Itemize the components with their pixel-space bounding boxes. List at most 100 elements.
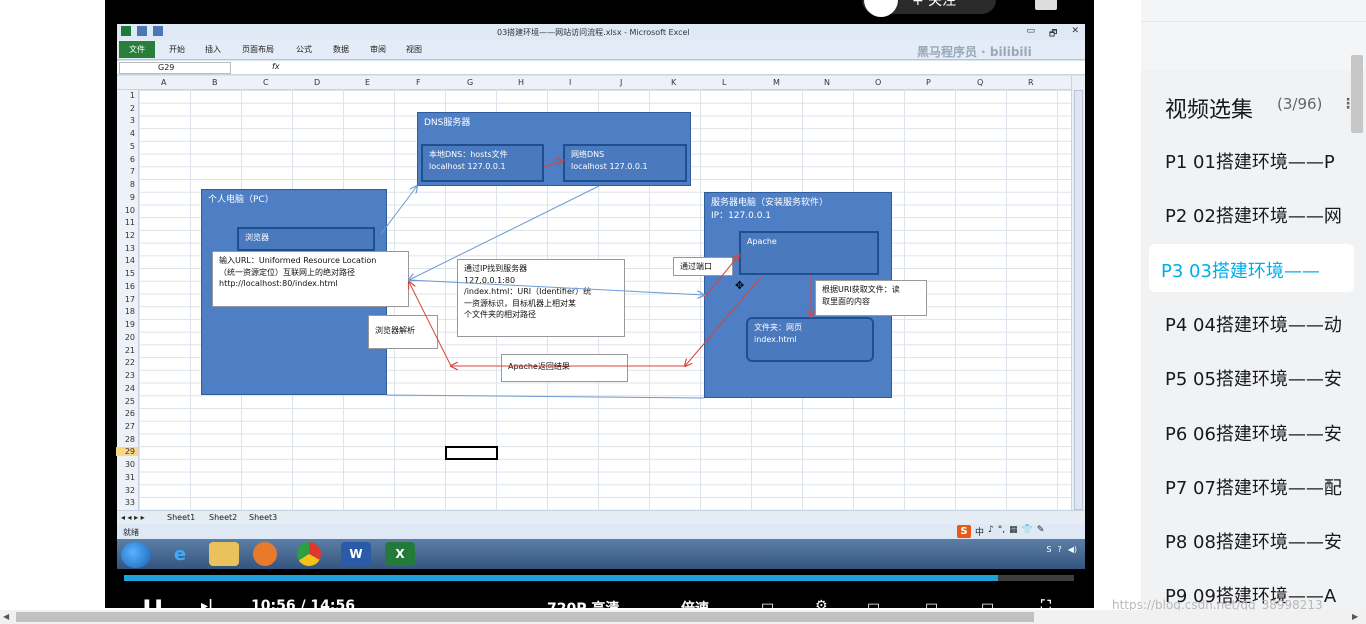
- horizontal-scrollbar[interactable]: ◀ ▶: [0, 610, 1366, 624]
- ime-skin-icon: 👕: [1021, 525, 1033, 535]
- row-header: 28: [124, 434, 135, 444]
- right-panel: 视频选集 (3/96) ⋮ P1 01搭建环境——P P2 02搭建环境——网 P3…: [1141, 0, 1366, 610]
- row-header: 30: [124, 460, 135, 470]
- quick-access-toolbar: [121, 26, 163, 36]
- fx-icon: fx: [272, 62, 280, 71]
- row-header: 9: [129, 192, 135, 202]
- episode-item[interactable]: P6 06搭建环境——安: [1165, 420, 1355, 446]
- folder-icon: [209, 542, 239, 566]
- tab-file: 文件: [119, 41, 155, 58]
- sheet-tabs: ◂ ◂ ▸ ▸ Sheet1 Sheet2 Sheet3: [117, 510, 1085, 524]
- horizontal-scroll-thumb[interactable]: [16, 612, 1034, 622]
- right-panel-scrollbar[interactable]: [1351, 55, 1363, 133]
- widescreen-icon[interactable]: ▭: [925, 598, 938, 608]
- column-header: P: [926, 78, 931, 87]
- vertical-scrollbar: [1071, 76, 1085, 512]
- excel-title-bar: 03搭建环境——网站访问流程.xlsx - Microsoft Excel ▭ …: [117, 24, 1085, 40]
- row-header: 31: [124, 472, 135, 482]
- arrow-server-to-apache: [703, 255, 739, 299]
- sheet-tab-3: Sheet3: [249, 513, 278, 522]
- tray-volume-icon: ◀): [1067, 545, 1077, 554]
- pause-icon[interactable]: ❚❚: [141, 598, 164, 608]
- excel-status-bar: 就绪 S 中 ♪ °, ▦ 👕 ✎: [117, 524, 1085, 539]
- row-header: 19: [124, 320, 135, 330]
- tab-page-layout: 页面布局: [242, 45, 274, 54]
- status-ready: 就绪: [123, 528, 139, 537]
- row-header: 13: [124, 243, 135, 253]
- row-header: 26: [124, 409, 135, 419]
- danmaku-icon[interactable]: ▭: [867, 598, 880, 608]
- next-icon[interactable]: ▸|: [201, 598, 213, 608]
- sheet-nav-icon: ◂ ◂ ▸ ▸: [121, 513, 145, 522]
- column-header: I: [569, 78, 572, 87]
- arrow-apache-return: [685, 276, 762, 366]
- excel-icon: X: [385, 542, 415, 566]
- row-header: 18: [124, 307, 135, 317]
- column-headers: A B C D E F G H I J K L M N O P Q R: [117, 76, 1071, 90]
- column-header: E: [365, 78, 371, 87]
- row-header: 8: [129, 180, 135, 190]
- row-header: 16: [124, 281, 135, 291]
- ie-icon: e: [173, 543, 187, 565]
- column-header: M: [773, 78, 780, 87]
- mouse-cursor-icon: ✥: [735, 279, 745, 292]
- episode-item[interactable]: P7 07搭建环境——配: [1165, 474, 1355, 500]
- row-header: 22: [124, 358, 135, 368]
- vertical-scroll-thumb: [1074, 90, 1083, 510]
- scroll-left-icon[interactable]: ◀: [3, 612, 9, 621]
- chrome-icon: [297, 542, 321, 566]
- episode-item[interactable]: P5 05搭建环境——安: [1165, 365, 1355, 391]
- tray-help-icon: ?: [1057, 545, 1062, 554]
- time-display: 10:56 / 14:56: [251, 598, 355, 608]
- progress-fill: [124, 575, 998, 581]
- ime-toolbar: S 中 ♪ °, ▦ 👕 ✎: [957, 525, 1044, 538]
- diagram-arrows: [380, 90, 1071, 399]
- row-header: 11: [124, 218, 135, 228]
- row-header: 2: [129, 103, 135, 113]
- row-header: 23: [124, 371, 135, 381]
- episode-item[interactable]: P4 04搭建环境——动: [1165, 311, 1355, 337]
- word-icon: W: [341, 542, 371, 566]
- row-header: 20: [124, 332, 135, 342]
- column-header: Q: [977, 78, 984, 87]
- subtitle-icon[interactable]: ▭: [761, 598, 774, 608]
- webfullscreen-icon[interactable]: ▭: [981, 598, 994, 608]
- row-header: 29: [116, 447, 138, 457]
- flow-diagram: DNS服务器 本地DNS：hosts文件 localhost 127.0.0.1…: [139, 90, 1071, 510]
- arrow-return-diagonal: [409, 282, 452, 367]
- follow-pill[interactable]: + 关注: [862, 0, 996, 17]
- episode-item[interactable]: P8 08搭建环境——安: [1165, 528, 1355, 554]
- episode-item[interactable]: P2 02搭建环境——网: [1165, 202, 1355, 228]
- message-icon[interactable]: [1035, 0, 1057, 10]
- row-header: 7: [129, 167, 135, 177]
- arrow-local-to-net-dns: [543, 160, 563, 168]
- arrow-pc-to-dns: [380, 186, 417, 235]
- playlist-count: (3/96): [1277, 95, 1323, 113]
- ime-keyboard-icon: ▦: [1009, 525, 1018, 535]
- undo-icon: [153, 26, 163, 36]
- row-header: 15: [124, 269, 135, 279]
- speed-button[interactable]: 倍速: [681, 598, 709, 608]
- windows-taskbar: e W X S ? ◀): [117, 539, 1085, 569]
- settings-icon[interactable]: ⚙: [815, 598, 828, 608]
- sogou-icon: S: [957, 525, 971, 538]
- video-player[interactable]: + 关注 03搭建环境——网站访问流程.xlsx - Microsoft Exc…: [105, 0, 1094, 608]
- uploader-avatar[interactable]: [864, 0, 898, 17]
- tab-review: 审阅: [370, 45, 386, 54]
- playlist-title: 视频选集: [1165, 98, 1254, 123]
- column-header: B: [212, 78, 218, 87]
- episode-item[interactable]: P1 01搭建环境——P: [1165, 148, 1355, 174]
- media-player-icon: [253, 542, 277, 566]
- row-header: 10: [124, 205, 135, 215]
- scroll-right-icon[interactable]: ▶: [1352, 612, 1358, 621]
- row-header: 3: [129, 116, 135, 126]
- arrow-pc-to-server: [408, 279, 704, 295]
- tray-sogou-icon: S: [1046, 545, 1052, 554]
- episode-item[interactable]: P3 03搭建环境——: [1161, 257, 1351, 283]
- follow-button[interactable]: + 关注: [912, 0, 956, 10]
- column-header: R: [1028, 78, 1034, 87]
- column-header: N: [824, 78, 830, 87]
- fullscreen-icon[interactable]: ⛶: [1041, 598, 1051, 608]
- row-header: 24: [124, 383, 135, 393]
- quality-button[interactable]: 720P 高清: [547, 598, 619, 608]
